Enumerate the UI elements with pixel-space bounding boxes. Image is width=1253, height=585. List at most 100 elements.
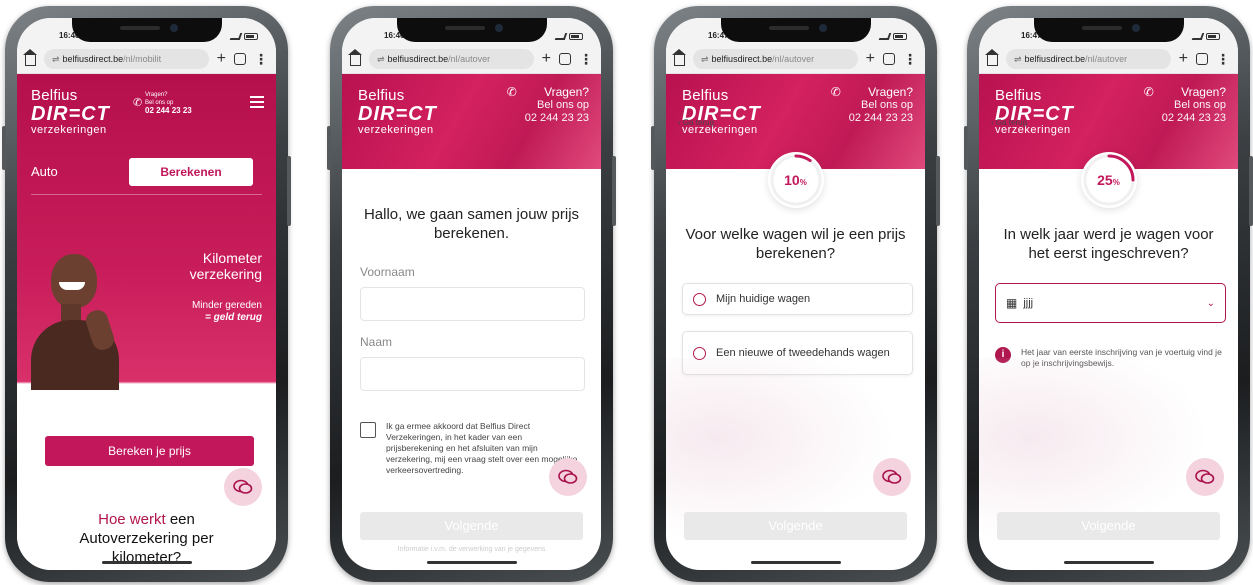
option-current-car[interactable]: Mijn huidige wagen bbox=[682, 283, 913, 315]
signal-icon bbox=[229, 33, 243, 40]
home-indicator bbox=[426, 561, 517, 564]
hero-title: Kilometer verzekering bbox=[189, 250, 262, 282]
hamburger-icon[interactable] bbox=[250, 96, 264, 108]
contact-info[interactable]: ✆ Vragen? Bel ons op 02 244 23 23 bbox=[831, 86, 913, 125]
question-heading: Hallo, we gaan samen jouw prijs berekene… bbox=[363, 206, 580, 242]
new-tab-icon[interactable]: + bbox=[1179, 50, 1188, 67]
header-banner: Belfius DIR=CT verzekeringen ✆ Vragen? B… bbox=[342, 74, 601, 169]
progress-percent: 10% bbox=[784, 172, 807, 188]
new-tab-icon[interactable]: + bbox=[866, 50, 875, 67]
browser-toolbar: ⇌ belfiusdirect.be/nl/mobilit + ⋮ bbox=[17, 44, 276, 74]
privacy-note[interactable]: Informatie i.v.m. de verwerking van je g… bbox=[342, 546, 601, 553]
tab-switcher-icon[interactable] bbox=[1196, 52, 1208, 65]
consent-row: Ik ga ermee akkoord dat Belfius Direct V… bbox=[360, 421, 581, 476]
battery-icon bbox=[893, 33, 907, 40]
next-button[interactable]: Volgende bbox=[360, 512, 583, 540]
menu-icon[interactable]: ⋮ bbox=[254, 52, 268, 66]
tab-switcher-icon[interactable] bbox=[559, 52, 571, 65]
url-path: /nl/mobilit bbox=[123, 53, 162, 64]
next-button[interactable]: Volgende bbox=[997, 512, 1220, 540]
menu-icon[interactable]: ⋮ bbox=[1216, 52, 1230, 66]
tab-switcher-icon[interactable] bbox=[883, 52, 895, 65]
site-settings-icon[interactable]: ⇌ bbox=[52, 54, 60, 64]
question-heading: Voor welke wagen wil je een prijs bereke… bbox=[685, 226, 906, 262]
home-icon[interactable] bbox=[348, 48, 362, 66]
calculate-price-button[interactable]: Bereken je prijs bbox=[45, 436, 254, 466]
notch bbox=[71, 18, 222, 42]
chat-button[interactable] bbox=[549, 458, 587, 496]
chat-icon bbox=[882, 469, 902, 484]
logo[interactable]: Belfius DIR=CT verzekeringen bbox=[31, 88, 110, 137]
notch bbox=[1033, 18, 1184, 42]
chat-button[interactable] bbox=[224, 468, 262, 506]
chat-icon bbox=[558, 469, 578, 484]
screen-4: 16:47 ⇌ belfiusdirect.be/nl/autover + ⋮ B… bbox=[979, 18, 1238, 570]
contact-info[interactable]: ✆ Vragen? Bel ons op 02 244 23 23 bbox=[507, 86, 589, 125]
phone-icon: ✆ bbox=[133, 97, 143, 109]
phone-icon: ✆ bbox=[830, 85, 841, 99]
home-icon[interactable] bbox=[23, 48, 37, 66]
chat-button[interactable] bbox=[873, 458, 911, 496]
screen-2: 16:46 ⇌ belfiusdirect.be/nl/autover + ⋮ B… bbox=[342, 18, 601, 570]
radio-current-car[interactable] bbox=[693, 292, 706, 306]
notch bbox=[396, 18, 547, 42]
nav-auto[interactable]: Auto bbox=[31, 164, 58, 179]
consent-checkbox[interactable] bbox=[360, 422, 376, 438]
browser-toolbar: ⇌ belfiusdirect.be/nl/autover + ⋮ bbox=[342, 44, 601, 74]
question-heading: In welk jaar werd je wagen voor het eers… bbox=[1003, 226, 1214, 262]
progress-indicator: 10% bbox=[767, 152, 824, 208]
calc-button[interactable]: Berekenen bbox=[129, 158, 253, 186]
home-indicator bbox=[101, 561, 192, 564]
new-tab-icon[interactable]: + bbox=[217, 50, 226, 67]
screen-3: 16:47 ⇌ belfiusdirect.be/nl/autover + ⋮ B… bbox=[666, 18, 925, 570]
url-host: belfiusdirect.be bbox=[62, 53, 124, 64]
lastname-input[interactable] bbox=[360, 357, 585, 391]
new-tab-icon[interactable]: + bbox=[542, 50, 551, 67]
contact-info[interactable]: ✆ Vragen? Bel ons op 02 244 23 23 bbox=[133, 91, 192, 115]
lastname-label: Naam bbox=[360, 335, 393, 349]
contact-info[interactable]: ✆ Vragen? Bel ons op 02 244 23 23 bbox=[1144, 86, 1226, 125]
tab-switcher-icon[interactable] bbox=[234, 52, 246, 65]
menu-icon[interactable]: ⋮ bbox=[903, 52, 917, 66]
divider bbox=[31, 194, 262, 195]
browser-toolbar: ⇌ belfiusdirect.be/nl/autover + ⋮ bbox=[666, 44, 925, 74]
how-it-works-heading: Hoe werkt een Autoverzekering per kilome… bbox=[79, 511, 214, 566]
battery-icon bbox=[1206, 33, 1220, 40]
calendar-icon: ▦ bbox=[1006, 296, 1018, 310]
back-link[interactable]: ‹ Ga terug bbox=[678, 118, 714, 127]
firstname-input[interactable] bbox=[360, 287, 585, 321]
signal-icon bbox=[1191, 33, 1205, 40]
phone-icon: ✆ bbox=[506, 85, 517, 99]
site-settings-icon[interactable]: ⇌ bbox=[1014, 54, 1022, 64]
firstname-label: Voornaam bbox=[360, 265, 415, 279]
home-icon[interactable] bbox=[672, 48, 686, 66]
chat-button[interactable] bbox=[1186, 458, 1224, 496]
browser-toolbar: ⇌ belfiusdirect.be/nl/autover + ⋮ bbox=[979, 44, 1238, 74]
notch bbox=[720, 18, 871, 42]
signal-icon bbox=[878, 33, 892, 40]
signal-icon bbox=[554, 33, 568, 40]
battery-icon bbox=[569, 33, 583, 40]
chevron-down-icon: ⌄ bbox=[1206, 297, 1215, 309]
url-bar[interactable]: ⇌ belfiusdirect.be/nl/mobilit bbox=[44, 48, 209, 69]
url-bar[interactable]: ⇌ belfiusdirect.be/nl/autover bbox=[1006, 48, 1171, 69]
phone-2: 16:46 ⇌ belfiusdirect.be/nl/autover + ⋮ B… bbox=[327, 6, 616, 582]
chat-icon bbox=[233, 479, 253, 494]
home-indicator bbox=[1063, 561, 1154, 564]
year-select[interactable]: ▦ jjjj ⌄ bbox=[995, 283, 1226, 323]
progress-indicator: 25% bbox=[1080, 152, 1137, 208]
phone-4: 16:47 ⇌ belfiusdirect.be/nl/autover + ⋮ B… bbox=[964, 6, 1253, 582]
phone-1: 16:46 ⇌ belfiusdirect.be/nl/mobilit + ⋮ B… bbox=[2, 6, 291, 582]
progress-percent: 25% bbox=[1097, 172, 1120, 188]
chat-icon bbox=[1195, 469, 1215, 484]
url-bar[interactable]: ⇌ belfiusdirect.be/nl/autover bbox=[693, 48, 858, 69]
battery-icon bbox=[244, 33, 258, 40]
url-bar[interactable]: ⇌ belfiusdirect.be/nl/autover bbox=[369, 48, 534, 69]
phone-icon: ✆ bbox=[1143, 85, 1154, 99]
site-settings-icon[interactable]: ⇌ bbox=[377, 54, 385, 64]
next-button[interactable]: Volgende bbox=[684, 512, 907, 540]
site-settings-icon[interactable]: ⇌ bbox=[701, 54, 709, 64]
menu-icon[interactable]: ⋮ bbox=[579, 52, 593, 66]
back-link[interactable]: ‹ Ga terug bbox=[991, 118, 1027, 127]
home-icon[interactable] bbox=[985, 48, 999, 66]
